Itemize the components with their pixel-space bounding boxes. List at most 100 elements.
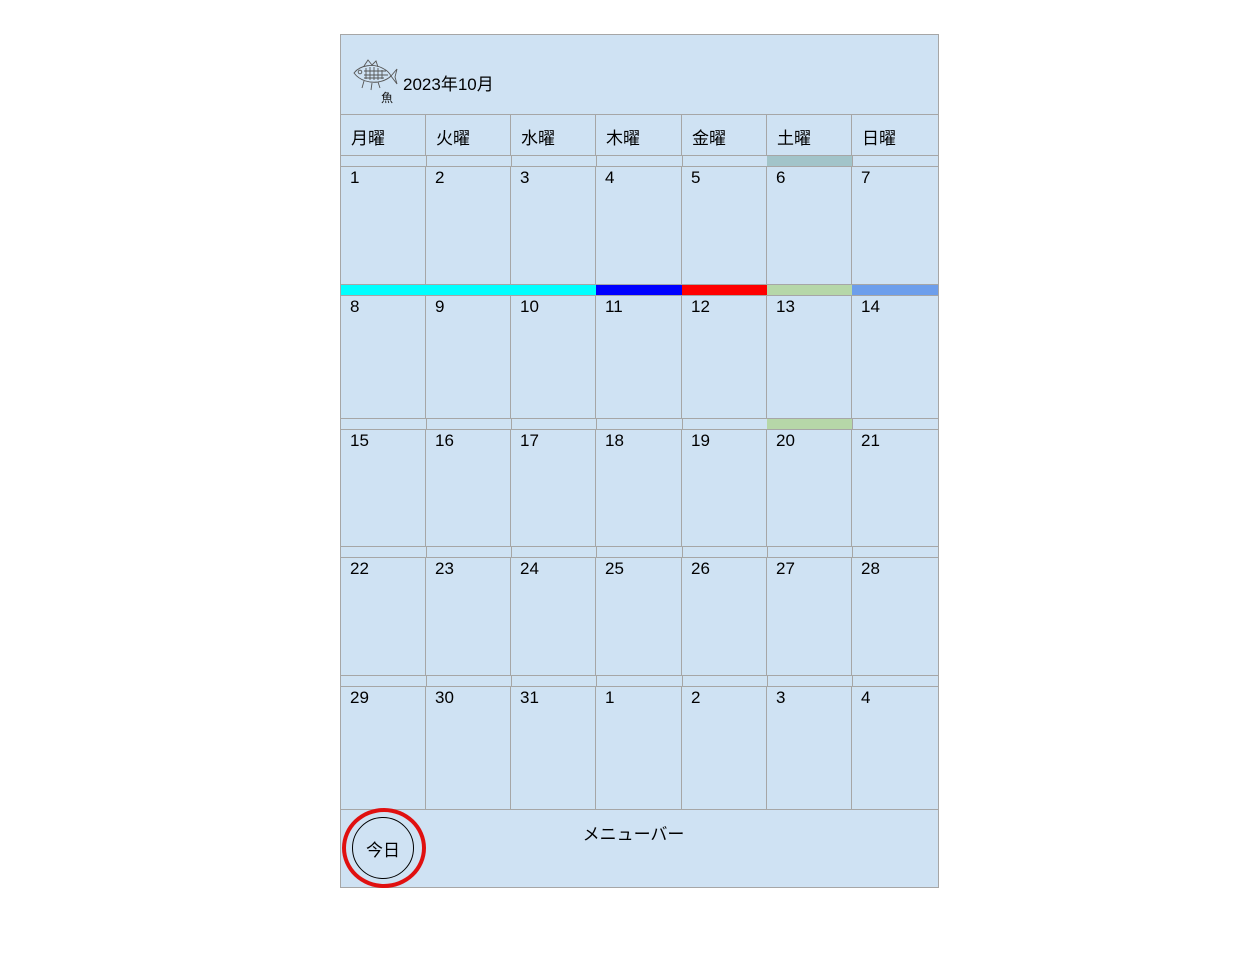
event-bar[interactable] xyxy=(767,285,852,295)
day-cell[interactable]: 29 xyxy=(341,687,426,809)
grid-divider xyxy=(426,156,427,167)
day-cell[interactable]: 14 xyxy=(852,296,938,418)
day-number: 30 xyxy=(435,688,454,707)
day-cell[interactable]: 7 xyxy=(852,167,938,284)
day-cell[interactable]: 3 xyxy=(767,687,852,809)
grid-divider xyxy=(852,676,853,687)
grid-divider xyxy=(426,676,427,687)
day-cell[interactable]: 4 xyxy=(852,687,938,809)
day-cell[interactable]: 16 xyxy=(426,430,511,546)
day-cell[interactable]: 20 xyxy=(767,430,852,546)
day-cell[interactable]: 24 xyxy=(511,558,596,675)
day-cell[interactable]: 22 xyxy=(341,558,426,675)
day-cell[interactable]: 17 xyxy=(511,430,596,546)
day-number: 7 xyxy=(861,168,871,187)
day-number: 25 xyxy=(605,559,624,578)
grid-divider xyxy=(682,676,683,687)
grid-divider xyxy=(852,419,853,430)
week-row: 22 23 24 25 26 27 28 xyxy=(341,547,938,676)
event-bar[interactable] xyxy=(767,156,852,166)
calendar-header: 魚 2023年10月 xyxy=(341,35,938,115)
grid-divider xyxy=(852,547,853,558)
day-number: 4 xyxy=(605,168,615,187)
grid-divider xyxy=(852,156,853,167)
day-number: 4 xyxy=(861,688,871,707)
day-number: 17 xyxy=(520,431,539,450)
day-cell[interactable]: 6 xyxy=(767,167,852,284)
day-cell[interactable]: 1 xyxy=(596,687,682,809)
day-number: 29 xyxy=(350,688,369,707)
grid-divider xyxy=(596,156,597,167)
day-number: 19 xyxy=(691,431,710,450)
event-band xyxy=(341,676,938,687)
grid-divider xyxy=(682,547,683,558)
grid-divider xyxy=(511,419,512,430)
day-number: 6 xyxy=(776,168,786,187)
event-bar[interactable] xyxy=(682,285,767,295)
day-number: 2 xyxy=(691,688,701,707)
day-number: 28 xyxy=(861,559,880,578)
day-number: 15 xyxy=(350,431,369,450)
day-number: 23 xyxy=(435,559,454,578)
grid-divider xyxy=(511,156,512,167)
day-cell[interactable]: 2 xyxy=(426,167,511,284)
day-number: 18 xyxy=(605,431,624,450)
day-cell[interactable]: 12 xyxy=(682,296,767,418)
menu-bar: メニューバー 今日 xyxy=(341,808,938,888)
week-row: 1 2 3 4 5 6 7 xyxy=(341,156,938,285)
grid-divider xyxy=(596,419,597,430)
day-cell[interactable]: 13 xyxy=(767,296,852,418)
day-cell[interactable]: 15 xyxy=(341,430,426,546)
grid-divider xyxy=(682,419,683,430)
today-button[interactable]: 今日 xyxy=(352,817,414,879)
day-cell[interactable]: 25 xyxy=(596,558,682,675)
day-cell[interactable]: 10 xyxy=(511,296,596,418)
calendar: 魚 2023年10月 月曜 火曜 水曜 木曜 金曜 土曜 日曜 1 2 3 4 5 6 7 8 9 10 11 1… xyxy=(340,34,939,888)
day-cell[interactable]: 26 xyxy=(682,558,767,675)
day-number: 3 xyxy=(776,688,786,707)
day-cell[interactable]: 1 xyxy=(341,167,426,284)
weekday-header-row: 月曜 火曜 水曜 木曜 金曜 土曜 日曜 xyxy=(341,115,938,156)
day-cell[interactable]: 19 xyxy=(682,430,767,546)
event-band xyxy=(341,156,938,167)
menubar-label: メニューバー xyxy=(582,825,685,844)
event-bar[interactable] xyxy=(596,285,682,295)
day-cell[interactable]: 11 xyxy=(596,296,682,418)
fish-icon: 魚 xyxy=(353,59,398,105)
grid-divider xyxy=(767,676,768,687)
day-number: 14 xyxy=(861,297,880,316)
weekday-label: 水曜 xyxy=(511,115,596,155)
day-number: 16 xyxy=(435,431,454,450)
day-cell[interactable]: 9 xyxy=(426,296,511,418)
day-number: 3 xyxy=(520,168,530,187)
day-cell[interactable]: 23 xyxy=(426,558,511,675)
event-bar[interactable] xyxy=(341,285,596,295)
grid-divider xyxy=(596,676,597,687)
day-cell[interactable]: 28 xyxy=(852,558,938,675)
day-cell[interactable]: 8 xyxy=(341,296,426,418)
day-cell[interactable]: 4 xyxy=(596,167,682,284)
day-number: 26 xyxy=(691,559,710,578)
day-number: 11 xyxy=(605,297,623,316)
day-cell[interactable]: 27 xyxy=(767,558,852,675)
day-number: 1 xyxy=(605,688,615,707)
day-cell[interactable]: 3 xyxy=(511,167,596,284)
event-bar[interactable] xyxy=(767,419,852,429)
day-number: 9 xyxy=(435,297,445,316)
day-cell[interactable]: 21 xyxy=(852,430,938,546)
week-row: 29 30 31 1 2 3 4 xyxy=(341,676,938,810)
day-cell[interactable]: 5 xyxy=(682,167,767,284)
day-cell[interactable]: 18 xyxy=(596,430,682,546)
day-number: 27 xyxy=(776,559,795,578)
day-number: 1 xyxy=(350,168,360,187)
event-band xyxy=(341,419,938,430)
weekday-label: 火曜 xyxy=(426,115,511,155)
week-row: 8 9 10 11 12 13 14 xyxy=(341,285,938,419)
day-cell[interactable]: 2 xyxy=(682,687,767,809)
grid-divider xyxy=(426,547,427,558)
day-cell[interactable]: 30 xyxy=(426,687,511,809)
calendar-grid: 1 2 3 4 5 6 7 8 9 10 11 12 13 14 15 16 17 18 19 20 21 22 23 24 2… xyxy=(341,156,938,810)
event-bar[interactable] xyxy=(852,285,938,295)
day-number: 31 xyxy=(520,688,539,707)
day-cell[interactable]: 31 xyxy=(511,687,596,809)
